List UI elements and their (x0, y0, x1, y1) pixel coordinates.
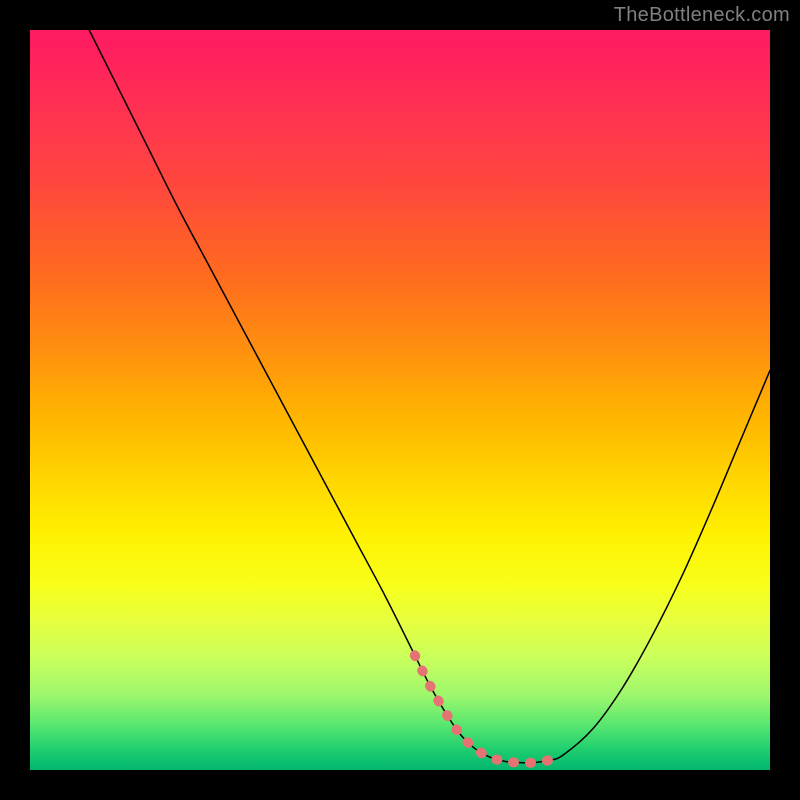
plot-area (30, 30, 770, 770)
chart-frame: TheBottleneck.com (0, 0, 800, 800)
chart-svg (30, 30, 770, 770)
highlight-segment (415, 655, 563, 763)
curve-line (89, 30, 770, 763)
watermark: TheBottleneck.com (614, 4, 790, 27)
